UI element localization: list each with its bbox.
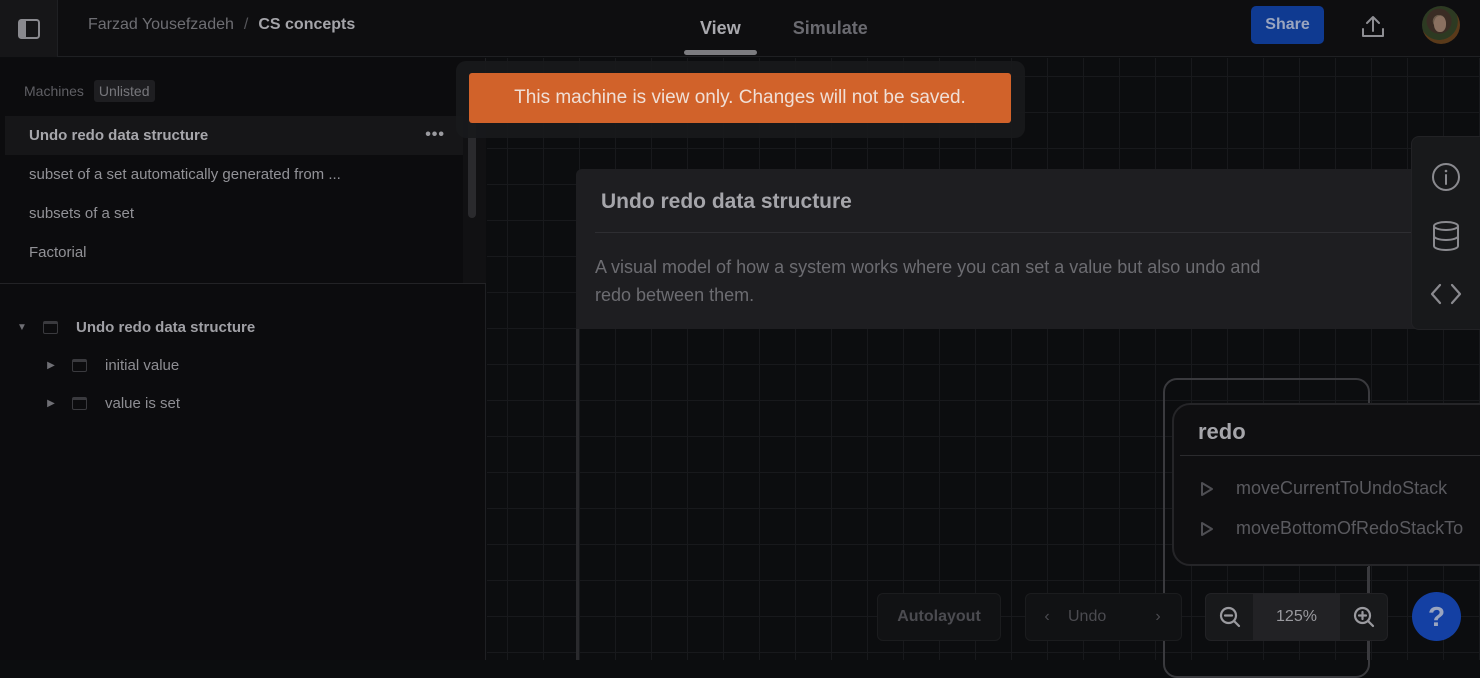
state-tree: ▼ Undo redo data structure ▶ initial val… [0,308,486,422]
undo-redo-group: ‹ Undo › [1025,593,1182,641]
upload-icon [1362,16,1384,37]
machine-info-card: Undo redo data structure A visual model … [576,169,1426,329]
view-only-banner: This machine is view only. Changes will … [469,73,1011,123]
help-button[interactable]: ? [1412,592,1461,641]
user-avatar[interactable] [1422,6,1460,44]
state-node-redo[interactable]: redo moveCurrentToUndoStack moveBottomOf… [1172,403,1480,566]
caret-right-icon[interactable]: ▶ [44,360,58,371]
sidebar-toggle-button[interactable] [0,0,58,57]
machine-list-item[interactable]: Factorial [5,233,463,272]
machines-header: Machines Unlisted [24,80,155,102]
zoom-controls: 125% [1205,593,1388,641]
entry-action: moveBottomOfRedoStackTo [1200,518,1463,539]
export-button[interactable] [1356,10,1390,44]
right-toolbar [1411,136,1480,330]
breadcrumb-separator: / [243,16,249,33]
machine-list-scrollbar[interactable] [463,116,486,283]
code-button[interactable] [1429,277,1463,311]
state-node-icon [72,358,87,372]
tree-item-label: initial value [105,356,180,374]
machine-title: Undo redo data structure [601,190,852,213]
panel-divider [0,283,486,284]
machine-item-label: subset of a set automatically generated … [29,166,341,183]
mode-tabs: View Simulate [684,0,904,57]
machine-list-item[interactable]: subset of a set automatically generated … [5,155,463,194]
top-bar: Farzad Yousefzadeh / CS concepts View Si… [0,0,1480,57]
tree-root-label: Undo redo data structure [76,318,256,336]
card-divider [595,232,1426,233]
action-label: moveCurrentToUndoStack [1236,478,1448,498]
caret-right-icon[interactable]: ▶ [44,398,58,409]
database-icon [1433,221,1459,251]
left-panel: Machines Unlisted Undo redo data structu… [0,58,486,660]
undo-button[interactable]: Undo [1068,608,1135,626]
state-node-icon [43,320,58,334]
code-icon [1430,283,1462,305]
zoom-in-button[interactable] [1340,594,1387,640]
chevron-right-icon[interactable]: › [1135,608,1181,626]
info-button[interactable] [1429,160,1463,194]
zoom-out-icon [1219,606,1240,628]
caret-down-icon[interactable]: ▼ [15,322,29,333]
visibility-badge: Unlisted [93,80,155,102]
tree-item[interactable]: ▶ initial value [0,346,486,384]
share-button[interactable]: Share [1251,6,1324,44]
breadcrumb-owner[interactable]: Farzad Yousefzadeh [88,16,234,34]
state-divider [1180,455,1480,456]
machine-item-label: subsets of a set [29,205,135,222]
play-icon [1201,521,1213,536]
sidebar-toggle-icon [17,18,40,39]
zoom-level: 125% [1253,594,1340,640]
root-state-frame [576,329,579,660]
tab-view[interactable]: View [684,0,757,57]
zoom-in-icon [1353,606,1374,628]
state-node-icon [72,396,87,410]
state-title: redo [1198,419,1246,444]
tree-root[interactable]: ▼ Undo redo data structure [0,308,486,346]
action-label: moveBottomOfRedoStackTo [1236,518,1464,538]
info-icon [1432,163,1460,191]
chevron-left-icon[interactable]: ‹ [1026,608,1068,626]
breadcrumb: Farzad Yousefzadeh / CS concepts [88,16,355,34]
more-options-icon[interactable]: ••• [425,126,445,144]
machine-list: Undo redo data structure ••• subset of a… [5,116,463,272]
machine-item-label: Undo redo data structure [29,127,209,144]
tree-item-label: value is set [105,394,181,412]
zoom-out-button[interactable] [1206,594,1253,640]
machines-label: Machines [24,83,84,99]
context-button[interactable] [1429,219,1463,253]
entry-action: moveCurrentToUndoStack [1200,478,1447,499]
machine-list-item[interactable]: subsets of a set [5,194,463,233]
machine-item-label: Factorial [29,244,87,261]
machine-list-item[interactable]: Undo redo data structure ••• [5,116,463,155]
tree-item[interactable]: ▶ value is set [0,384,486,422]
play-icon [1201,481,1213,496]
breadcrumb-project[interactable]: CS concepts [258,16,355,34]
tab-simulate[interactable]: Simulate [777,0,884,57]
autolayout-button[interactable]: Autolayout [877,593,1001,641]
machine-description: A visual model of how a system works whe… [595,257,1261,305]
